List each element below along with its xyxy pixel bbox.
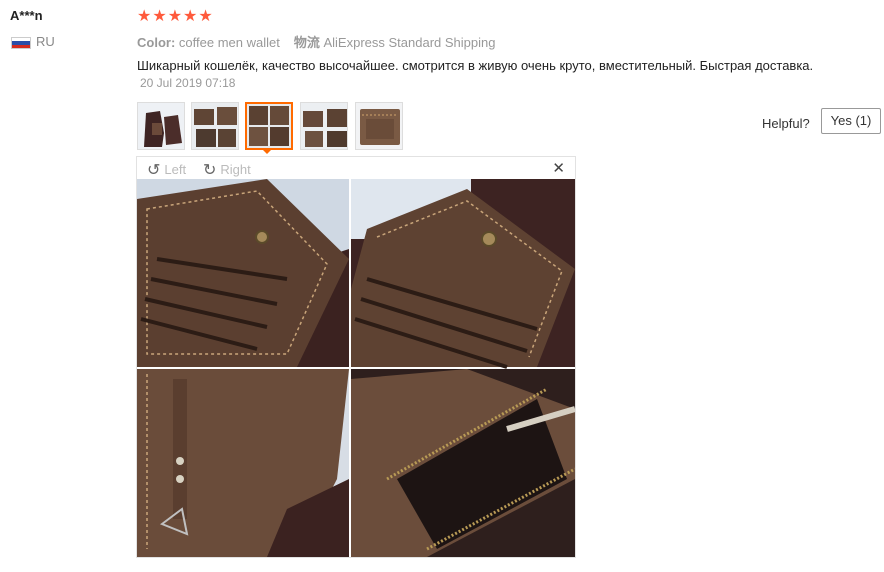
- color-label: Color:: [137, 35, 176, 50]
- rotate-left-button[interactable]: ↺ Left: [147, 159, 186, 179]
- flag-icon: [11, 37, 31, 49]
- photo-thumbnail[interactable]: [191, 102, 239, 150]
- helpful-label: Helpful?: [762, 116, 810, 131]
- helpful-yes-button[interactable]: Yes (1): [821, 108, 881, 134]
- close-icon[interactable]: ✕: [552, 159, 565, 177]
- viewer-toolbar: ↺ Left ↻ Right ✕: [137, 157, 575, 179]
- rotate-right-button[interactable]: ↻ Right: [203, 159, 251, 179]
- review-photo: [137, 179, 575, 557]
- feedback-text: Шикарный кошелёк, качество высочайшее. с…: [137, 58, 814, 73]
- photo-viewer: ↺ Left ↻ Right ✕: [136, 156, 576, 558]
- rotate-right-label: Right: [220, 162, 251, 177]
- shipping-label: 物流: [293, 35, 320, 50]
- active-thumbnail-caret: [261, 148, 273, 154]
- rotate-right-icon: ↻: [203, 162, 217, 179]
- star-icon: ★: [167, 8, 184, 25]
- star-rating: ★★★★★: [137, 6, 214, 26]
- photo-thumbnail[interactable]: [355, 102, 403, 150]
- color-value: coffee men wallet: [178, 35, 280, 50]
- shipping-value: AliExpress Standard Shipping: [323, 35, 496, 50]
- reviewer-country: RU: [36, 34, 55, 49]
- rotate-left-label: Left: [164, 162, 187, 177]
- photo-thumbnail-active[interactable]: [245, 102, 293, 150]
- rotate-left-icon: ↺: [147, 162, 161, 179]
- feedback-date: 20 Jul 2019 07:18: [140, 76, 236, 90]
- photo-thumbnail[interactable]: [300, 102, 348, 150]
- reviewer-name: A***n: [10, 8, 43, 23]
- order-attributes: Color: coffee men wallet 物流 AliExpress St…: [137, 32, 495, 51]
- star-icon: ★: [152, 8, 168, 25]
- photo-thumbnail[interactable]: [137, 102, 185, 150]
- star-icon: ★: [137, 8, 153, 25]
- star-icon: ★: [198, 8, 214, 25]
- star-icon: ★: [183, 8, 199, 25]
